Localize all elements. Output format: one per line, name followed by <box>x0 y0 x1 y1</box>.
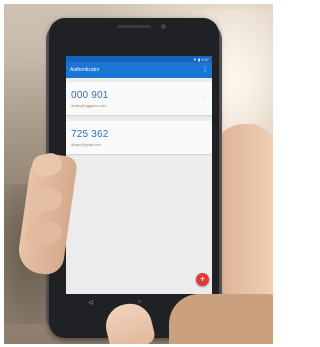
back-icon[interactable]: ◁ <box>88 299 93 306</box>
verification-code: 725 362 <box>71 129 109 140</box>
status-icons: ▼ ▮ 9:37 <box>192 56 209 62</box>
timer-icon: ◔ <box>202 134 206 140</box>
phone-screen: ▼ ▮ 9:37 Authenticator ⋮ 000 901 ashley@… <box>66 56 212 294</box>
account-card[interactable]: 000 901 ashley@uggplanc.com ◔ <box>66 82 212 115</box>
more-vert-icon[interactable]: ⋮ <box>202 67 208 73</box>
timer-icon: ◔ <box>202 95 206 101</box>
front-camera <box>161 24 166 29</box>
add-icon[interactable]: + <box>196 273 209 286</box>
app-title: Authenticator <box>70 67 100 73</box>
left-finger <box>25 220 63 246</box>
account-email: lithope@gmail.com <box>71 143 101 147</box>
wrist <box>169 294 273 344</box>
speaker-grille <box>117 25 151 28</box>
verification-code: 000 901 <box>71 90 109 101</box>
account-email: ashley@uggplanc.com <box>71 104 107 108</box>
home-icon[interactable]: ○ <box>138 299 142 305</box>
photo-background: ▼ ▮ 9:37 Authenticator ⋮ 000 901 ashley@… <box>4 4 273 344</box>
account-card[interactable]: 725 362 lithope@gmail.com ◔ <box>66 121 212 154</box>
app-bar: Authenticator ⋮ <box>66 62 212 78</box>
